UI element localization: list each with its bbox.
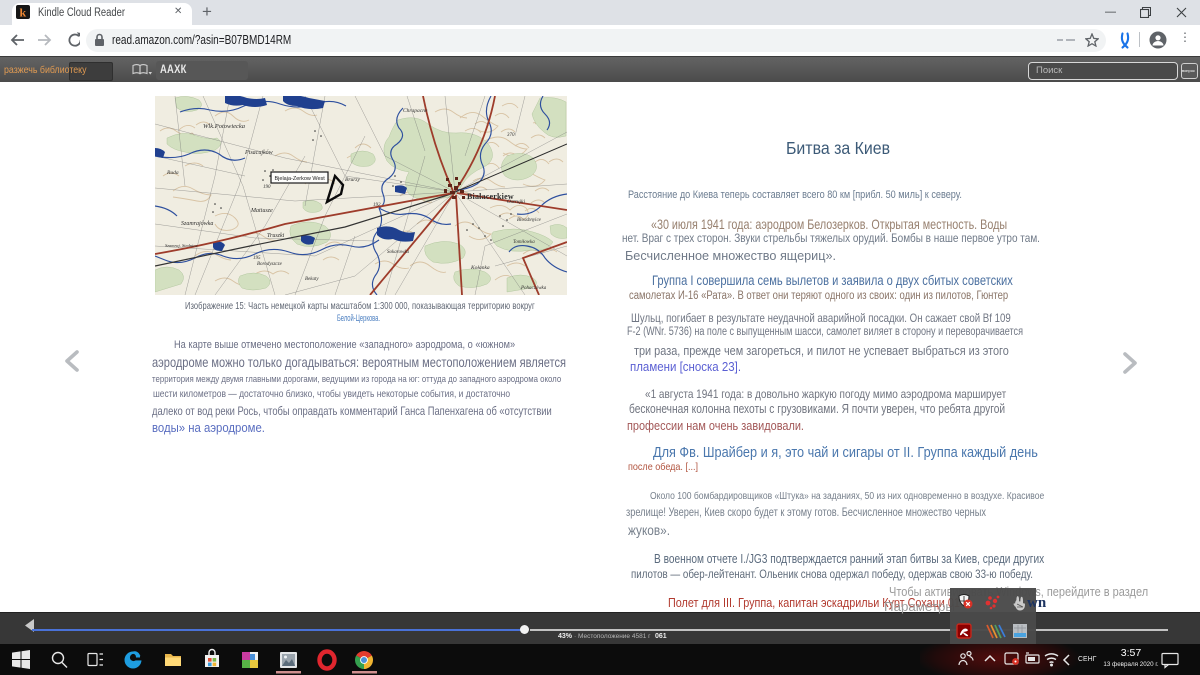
svg-text:Pohaczówka: Pohaczówka (520, 286, 547, 291)
svg-text:Bjelaja-Zerkow West: Bjelaja-Zerkow West (275, 176, 326, 182)
svg-text:370: 370 (507, 133, 515, 138)
svg-text:Tomiłowka: Tomiłowka (513, 240, 535, 245)
svg-text:Białacerkiew: Białacerkiew (467, 192, 514, 201)
svg-text:Ruda: Ruda (166, 170, 179, 176)
svg-text:Sokarowka: Sokarowka (387, 250, 410, 255)
svg-text:Wlk.Potowiecka: Wlk.Potowiecka (203, 123, 245, 130)
svg-text:Bekaty: Bekaty (305, 277, 319, 282)
svg-text:Pisacujków: Pisacujków (244, 150, 273, 156)
svg-text:192: 192 (373, 203, 381, 208)
svg-text:Chrapacne: Chrapacne (403, 108, 428, 114)
svg-text:Szamrajówka: Szamrajówka (181, 221, 213, 227)
svg-text:190: 190 (263, 185, 271, 190)
svg-text:Truszki: Truszki (267, 233, 285, 239)
svg-text:Blossbnyice: Blossbnyice (517, 218, 542, 223)
svg-text:Szamraj. Stednica: Szamraj. Stednica (165, 243, 198, 248)
svg-text:Borodyszcze: Borodyszcze (257, 262, 283, 267)
svg-text:k: k (20, 6, 27, 20)
svg-text:Kołanka: Kołanka (470, 265, 490, 271)
svg-text:195: 195 (253, 256, 261, 261)
svg-text:Brurzy: Brurzy (345, 177, 361, 183)
svg-text:Matiusze: Matiusze (250, 208, 273, 214)
